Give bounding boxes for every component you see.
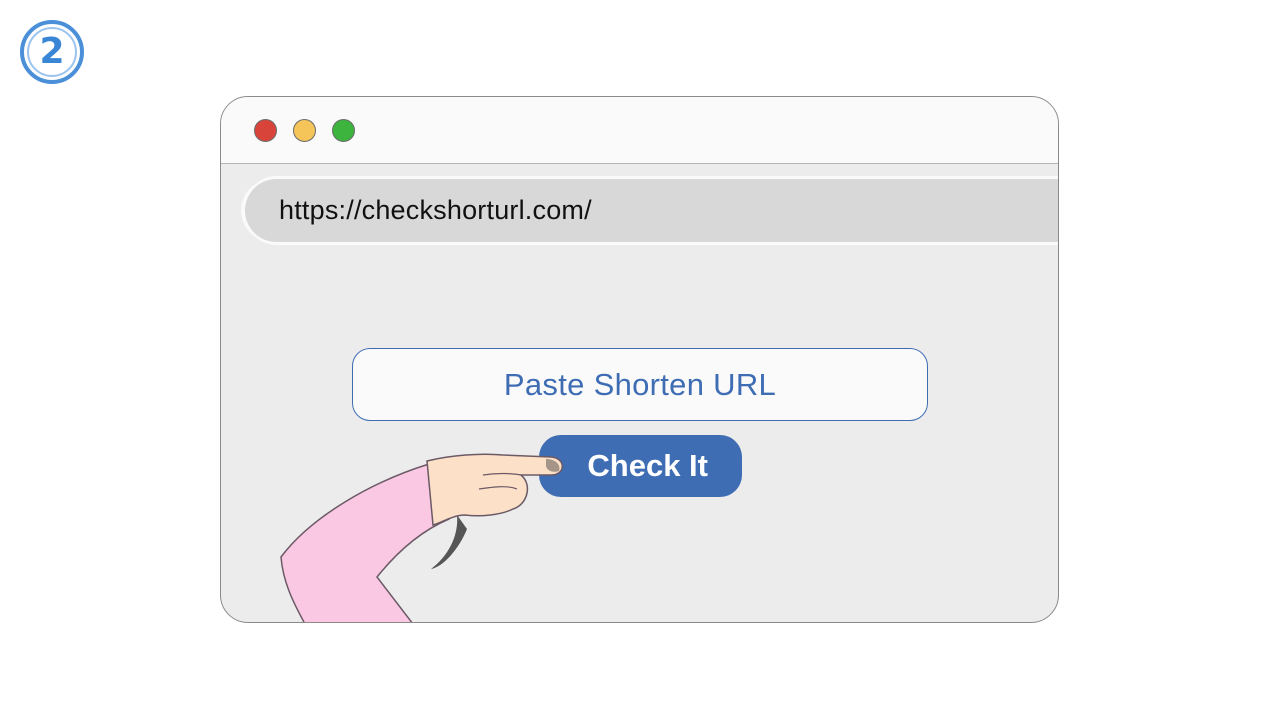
address-bar[interactable]: https://checkshorturl.com/ bbox=[245, 179, 1058, 242]
browser-titlebar bbox=[221, 97, 1058, 164]
maximize-window-button[interactable] bbox=[332, 119, 355, 142]
check-it-button-label: Check It bbox=[587, 448, 708, 483]
hand-shadow bbox=[431, 515, 467, 569]
address-bar-url: https://checkshorturl.com/ bbox=[279, 195, 592, 225]
browser-window: https://checkshorturl.com/ Paste Shorten… bbox=[220, 96, 1059, 623]
step-number: 2 bbox=[27, 27, 77, 77]
short-url-input-placeholder: Paste Shorten URL bbox=[503, 366, 777, 402]
close-window-button[interactable] bbox=[254, 119, 277, 142]
step-number-badge: 2 bbox=[20, 20, 84, 84]
short-url-input[interactable]: Paste Shorten URL bbox=[352, 348, 928, 421]
minimize-window-button[interactable] bbox=[293, 119, 316, 142]
check-it-button[interactable]: Check It bbox=[539, 435, 742, 497]
sleeve-icon bbox=[280, 463, 450, 622]
stage: 2 https://checkshorturl.com/ Paste Short… bbox=[0, 0, 1279, 720]
